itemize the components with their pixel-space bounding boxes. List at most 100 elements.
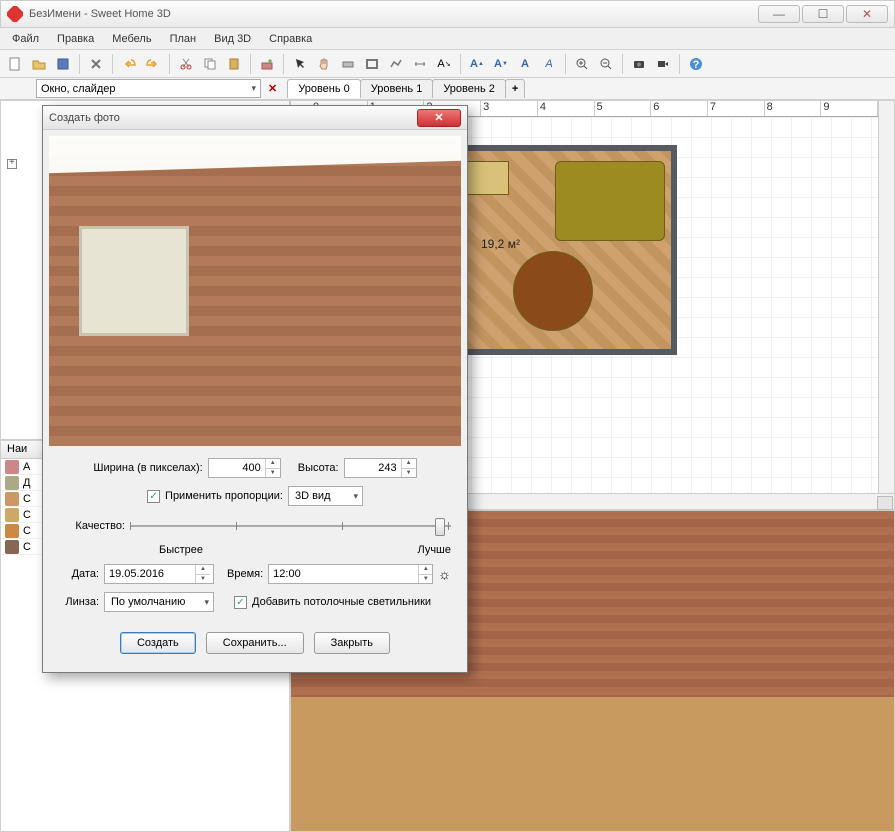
level-tab-2[interactable]: Уровень 2: [432, 79, 506, 98]
cut-icon[interactable]: [175, 53, 197, 75]
apply-ratio-label: Применить пропорции:: [165, 490, 283, 502]
text-decrease-icon[interactable]: A▼: [490, 53, 512, 75]
open-icon[interactable]: [28, 53, 50, 75]
close-button[interactable]: ✕: [846, 5, 888, 23]
width-input[interactable]: [209, 459, 265, 477]
quality-best-label: Лучше: [417, 544, 451, 556]
quality-slider[interactable]: [130, 516, 451, 536]
pointer-icon[interactable]: [289, 53, 311, 75]
text-increase-icon[interactable]: A▲: [466, 53, 488, 75]
ratio-select[interactable]: 3D вид: [288, 486, 363, 506]
level-tab-add[interactable]: +: [505, 79, 525, 98]
spin-down-icon[interactable]: ▼: [401, 469, 416, 478]
3d-floor: [291, 697, 894, 831]
item-icon: [5, 508, 19, 522]
width-spinner[interactable]: ▲▼: [208, 458, 281, 478]
zoom-out-icon[interactable]: [595, 53, 617, 75]
furniture-search-combo[interactable]: Окно, слайдер: [36, 79, 261, 98]
menu-3dview[interactable]: Вид 3D: [206, 30, 259, 48]
close-dialog-button[interactable]: Закрыть: [314, 632, 390, 654]
copy-icon[interactable]: [199, 53, 221, 75]
undo-icon[interactable]: [118, 53, 140, 75]
text-bold-icon[interactable]: A: [514, 53, 536, 75]
paste-icon[interactable]: [223, 53, 245, 75]
window-title: БезИмени - Sweet Home 3D: [29, 8, 758, 20]
lens-select[interactable]: По умолчанию: [104, 592, 214, 612]
level-tab-1[interactable]: Уровень 1: [360, 79, 434, 98]
dialog-titlebar[interactable]: Создать фото ✕: [43, 106, 467, 130]
hand-icon[interactable]: [313, 53, 335, 75]
second-toolbar: Окно, слайдер ✕ Уровень 0 Уровень 1 Уров…: [0, 78, 895, 100]
help-icon[interactable]: ?: [685, 53, 707, 75]
video-icon[interactable]: [652, 53, 674, 75]
furniture-table[interactable]: [513, 251, 593, 331]
polyline-tool-icon[interactable]: [385, 53, 407, 75]
camera-icon[interactable]: [628, 53, 650, 75]
menu-help[interactable]: Справка: [261, 30, 320, 48]
wall-tool-icon[interactable]: [337, 53, 359, 75]
room-area-label: 19,2 м²: [481, 237, 520, 251]
item-icon: [5, 476, 19, 490]
svg-text:?: ?: [693, 59, 700, 71]
spin-down-icon[interactable]: ▼: [265, 469, 280, 478]
save-icon[interactable]: [52, 53, 74, 75]
window-titlebar: БезИмени - Sweet Home 3D — ☐ ✕: [0, 0, 895, 28]
dialog-title: Создать фото: [49, 112, 417, 124]
level-tab-0[interactable]: Уровень 0: [287, 79, 361, 98]
item-icon: [5, 460, 19, 474]
add-furniture-icon[interactable]: [256, 53, 278, 75]
date-label: Дата:: [59, 568, 99, 580]
text-tool-icon[interactable]: A↘: [433, 53, 455, 75]
redo-icon[interactable]: [142, 53, 164, 75]
spin-up-icon[interactable]: ▲: [418, 565, 432, 575]
zoom-in-icon[interactable]: [571, 53, 593, 75]
preview-window: [79, 226, 189, 336]
height-spinner[interactable]: ▲▼: [344, 458, 417, 478]
combo-value: Окно, слайдер: [41, 83, 116, 95]
slider-thumb[interactable]: [435, 518, 445, 536]
clear-search-icon[interactable]: ✕: [264, 82, 281, 95]
sun-icon[interactable]: ☼: [438, 566, 451, 582]
dialog-close-button[interactable]: ✕: [417, 109, 461, 127]
room-tool-icon[interactable]: [361, 53, 383, 75]
create-button[interactable]: Создать: [120, 632, 196, 654]
create-photo-dialog: Создать фото ✕ Ширина (в пикселах): ▲▼ В…: [42, 105, 468, 673]
time-input[interactable]: [269, 565, 418, 583]
menu-edit[interactable]: Правка: [49, 30, 102, 48]
item-icon: [5, 492, 19, 506]
photo-preview: [49, 136, 461, 446]
apply-ratio-checkbox[interactable]: ✓: [147, 490, 160, 503]
lens-label: Линза:: [59, 596, 99, 608]
menu-file[interactable]: Файл: [4, 30, 47, 48]
new-icon[interactable]: [4, 53, 26, 75]
height-input[interactable]: [345, 459, 401, 477]
quality-label: Качество:: [59, 520, 125, 532]
date-spinner[interactable]: ▲▼: [104, 564, 214, 584]
time-label: Время:: [227, 568, 263, 580]
maximize-button[interactable]: ☐: [802, 5, 844, 23]
menu-furniture[interactable]: Мебель: [104, 30, 159, 48]
ceiling-lights-label: Добавить потолочные светильники: [252, 596, 431, 608]
date-input[interactable]: [105, 565, 195, 583]
spin-up-icon[interactable]: ▲: [195, 565, 210, 575]
save-button[interactable]: Сохранить...: [206, 632, 304, 654]
vertical-scrollbar[interactable]: [878, 101, 894, 493]
preferences-icon[interactable]: [85, 53, 107, 75]
level-tabs: Уровень 0 Уровень 1 Уровень 2 +: [287, 79, 524, 98]
ceiling-lights-checkbox[interactable]: ✓: [234, 596, 247, 609]
dimension-tool-icon[interactable]: [409, 53, 431, 75]
spin-down-icon[interactable]: ▼: [418, 575, 432, 584]
spin-down-icon[interactable]: ▼: [195, 575, 210, 584]
time-spinner[interactable]: ▲▼: [268, 564, 433, 584]
menu-bar: Файл Правка Мебель План Вид 3D Справка: [0, 28, 895, 50]
spin-up-icon[interactable]: ▲: [401, 459, 416, 469]
item-icon: [5, 540, 19, 554]
tree-expand-icon[interactable]: [7, 159, 17, 169]
minimize-button[interactable]: —: [758, 5, 800, 23]
width-label: Ширина (в пикселах):: [93, 462, 202, 474]
menu-plan[interactable]: План: [162, 30, 205, 48]
text-italic-icon[interactable]: A: [538, 53, 560, 75]
furniture-sofa[interactable]: [555, 161, 665, 241]
spin-up-icon[interactable]: ▲: [265, 459, 280, 469]
quality-fast-label: Быстрее: [159, 544, 203, 556]
